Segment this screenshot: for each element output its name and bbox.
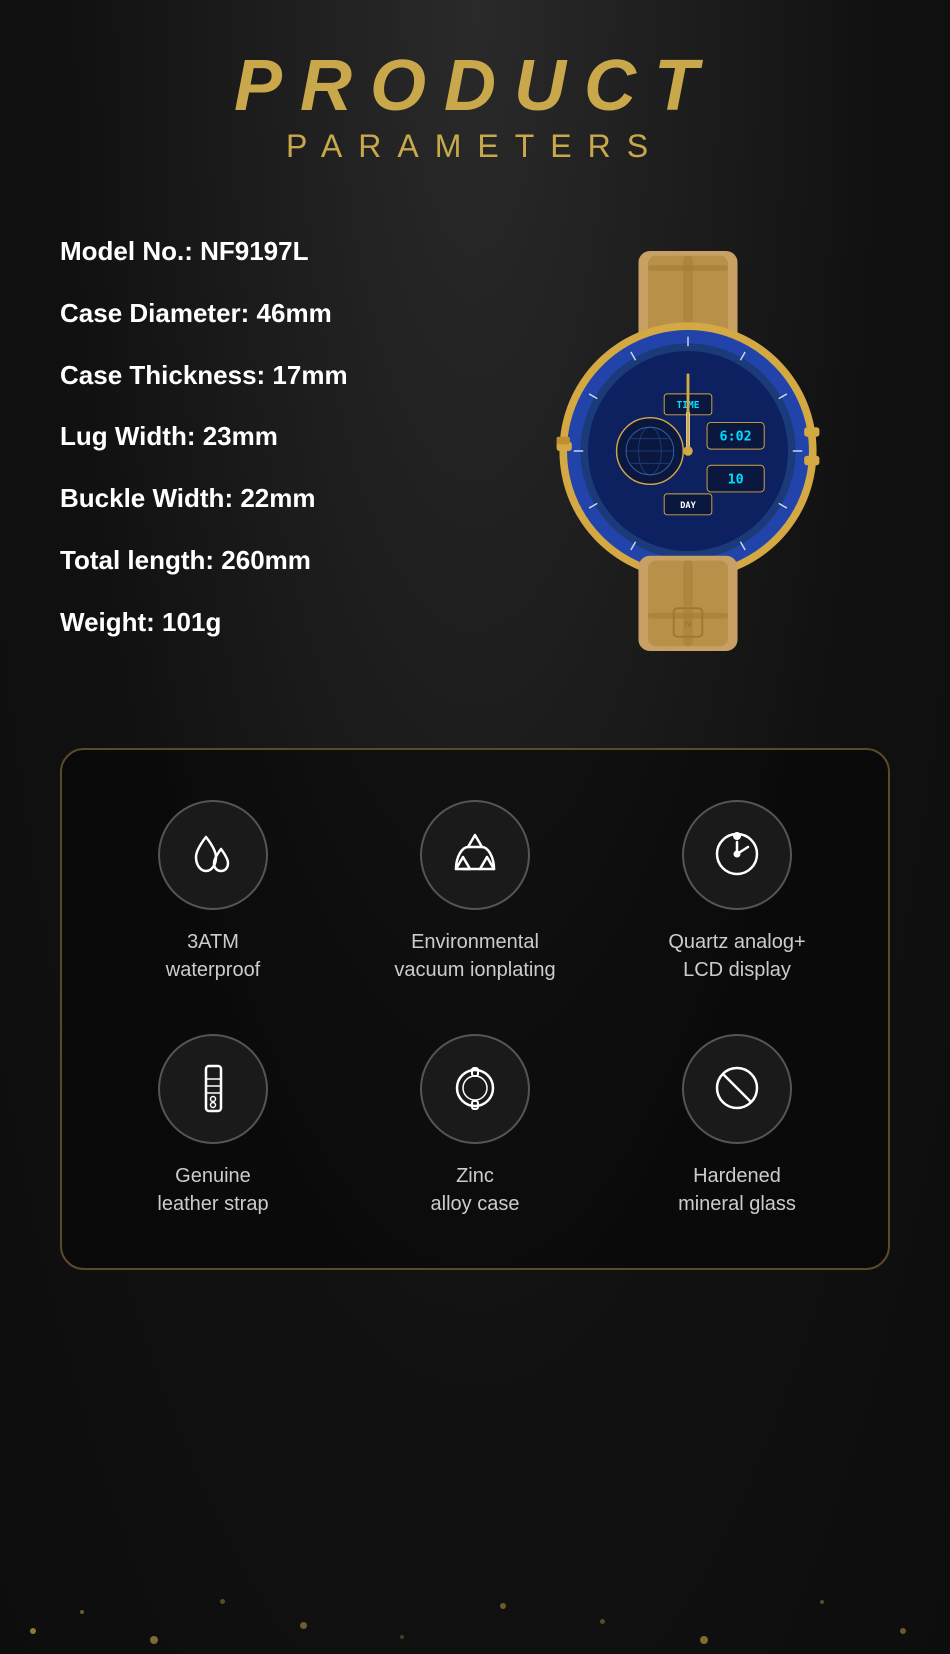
spec-item: Total length: 260mm [60, 544, 465, 578]
water-drops-icon [186, 827, 241, 882]
glass-label: Hardenedmineral glass [678, 1162, 796, 1218]
alloy-label: Zincalloy case [431, 1162, 520, 1218]
specs-watch-section: Model No.: NF9197L Case Diameter: 46mm Cas… [0, 195, 950, 728]
strap-icon [186, 1061, 241, 1116]
watch-image-container: 6:02 10 TIME DAY [485, 251, 890, 651]
svg-text:10: 10 [727, 473, 743, 488]
clock-icon [710, 827, 765, 882]
spec-text: Model No.: NF9197L [60, 235, 465, 269]
features-section: 3ATMwaterproof Environmentalvacuum ionpl… [0, 728, 950, 1330]
title-line1: PRODUCT [20, 50, 930, 122]
title-line2: PARAMETERS [20, 128, 930, 165]
spec-item: Model No.: NF9197L [60, 235, 465, 269]
spec-text: Lug Width: 23mm [60, 420, 465, 454]
leather-icon-circle [158, 1034, 268, 1144]
feature-ionplating: Environmentalvacuum ionplating [354, 800, 596, 984]
slash-circle-icon [710, 1061, 765, 1116]
ionplating-icon-circle [420, 800, 530, 910]
page-wrapper: PRODUCT PARAMETERS Model No.: NF9197L Cas… [0, 0, 950, 1654]
spec-item: Case Diameter: 46mm [60, 297, 465, 331]
display-icon-circle [682, 800, 792, 910]
waterproof-icon-circle [158, 800, 268, 910]
spec-text: Buckle Width: 22mm [60, 482, 465, 516]
specs-list: Model No.: NF9197L Case Diameter: 46mm Cas… [60, 235, 465, 668]
feature-display: Quartz analog+LCD display [616, 800, 858, 984]
svg-text:N: N [684, 619, 691, 630]
spec-text: Total length: 260mm [60, 544, 465, 578]
svg-text:6:02: 6:02 [719, 430, 751, 445]
spec-item: Weight: 101g [60, 606, 465, 640]
watch-case-icon [448, 1061, 503, 1116]
title-section: PRODUCT PARAMETERS [0, 0, 950, 195]
leather-label: Genuineleather strap [157, 1162, 268, 1218]
feature-alloy: Zincalloy case [354, 1034, 596, 1218]
display-label: Quartz analog+LCD display [668, 928, 805, 984]
spec-text: Weight: 101g [60, 606, 465, 640]
feature-waterproof: 3ATMwaterproof [92, 800, 334, 984]
particles [0, 1534, 950, 1654]
feature-glass: Hardenedmineral glass [616, 1034, 858, 1218]
alloy-icon-circle [420, 1034, 530, 1144]
recycle-icon [448, 827, 503, 882]
features-box: 3ATMwaterproof Environmentalvacuum ionpl… [60, 748, 890, 1270]
glass-icon-circle [682, 1034, 792, 1144]
spec-text: Case Diameter: 46mm [60, 297, 465, 331]
watch-illustration: 6:02 10 TIME DAY [528, 251, 848, 651]
svg-text:DAY: DAY [680, 501, 696, 511]
ionplating-label: Environmentalvacuum ionplating [394, 928, 555, 984]
waterproof-label: 3ATMwaterproof [166, 928, 261, 984]
spec-item: Buckle Width: 22mm [60, 482, 465, 516]
spec-text: Case Thickness: 17mm [60, 359, 465, 393]
spec-item: Case Thickness: 17mm [60, 359, 465, 393]
spec-item: Lug Width: 23mm [60, 420, 465, 454]
feature-leather: Genuineleather strap [92, 1034, 334, 1218]
